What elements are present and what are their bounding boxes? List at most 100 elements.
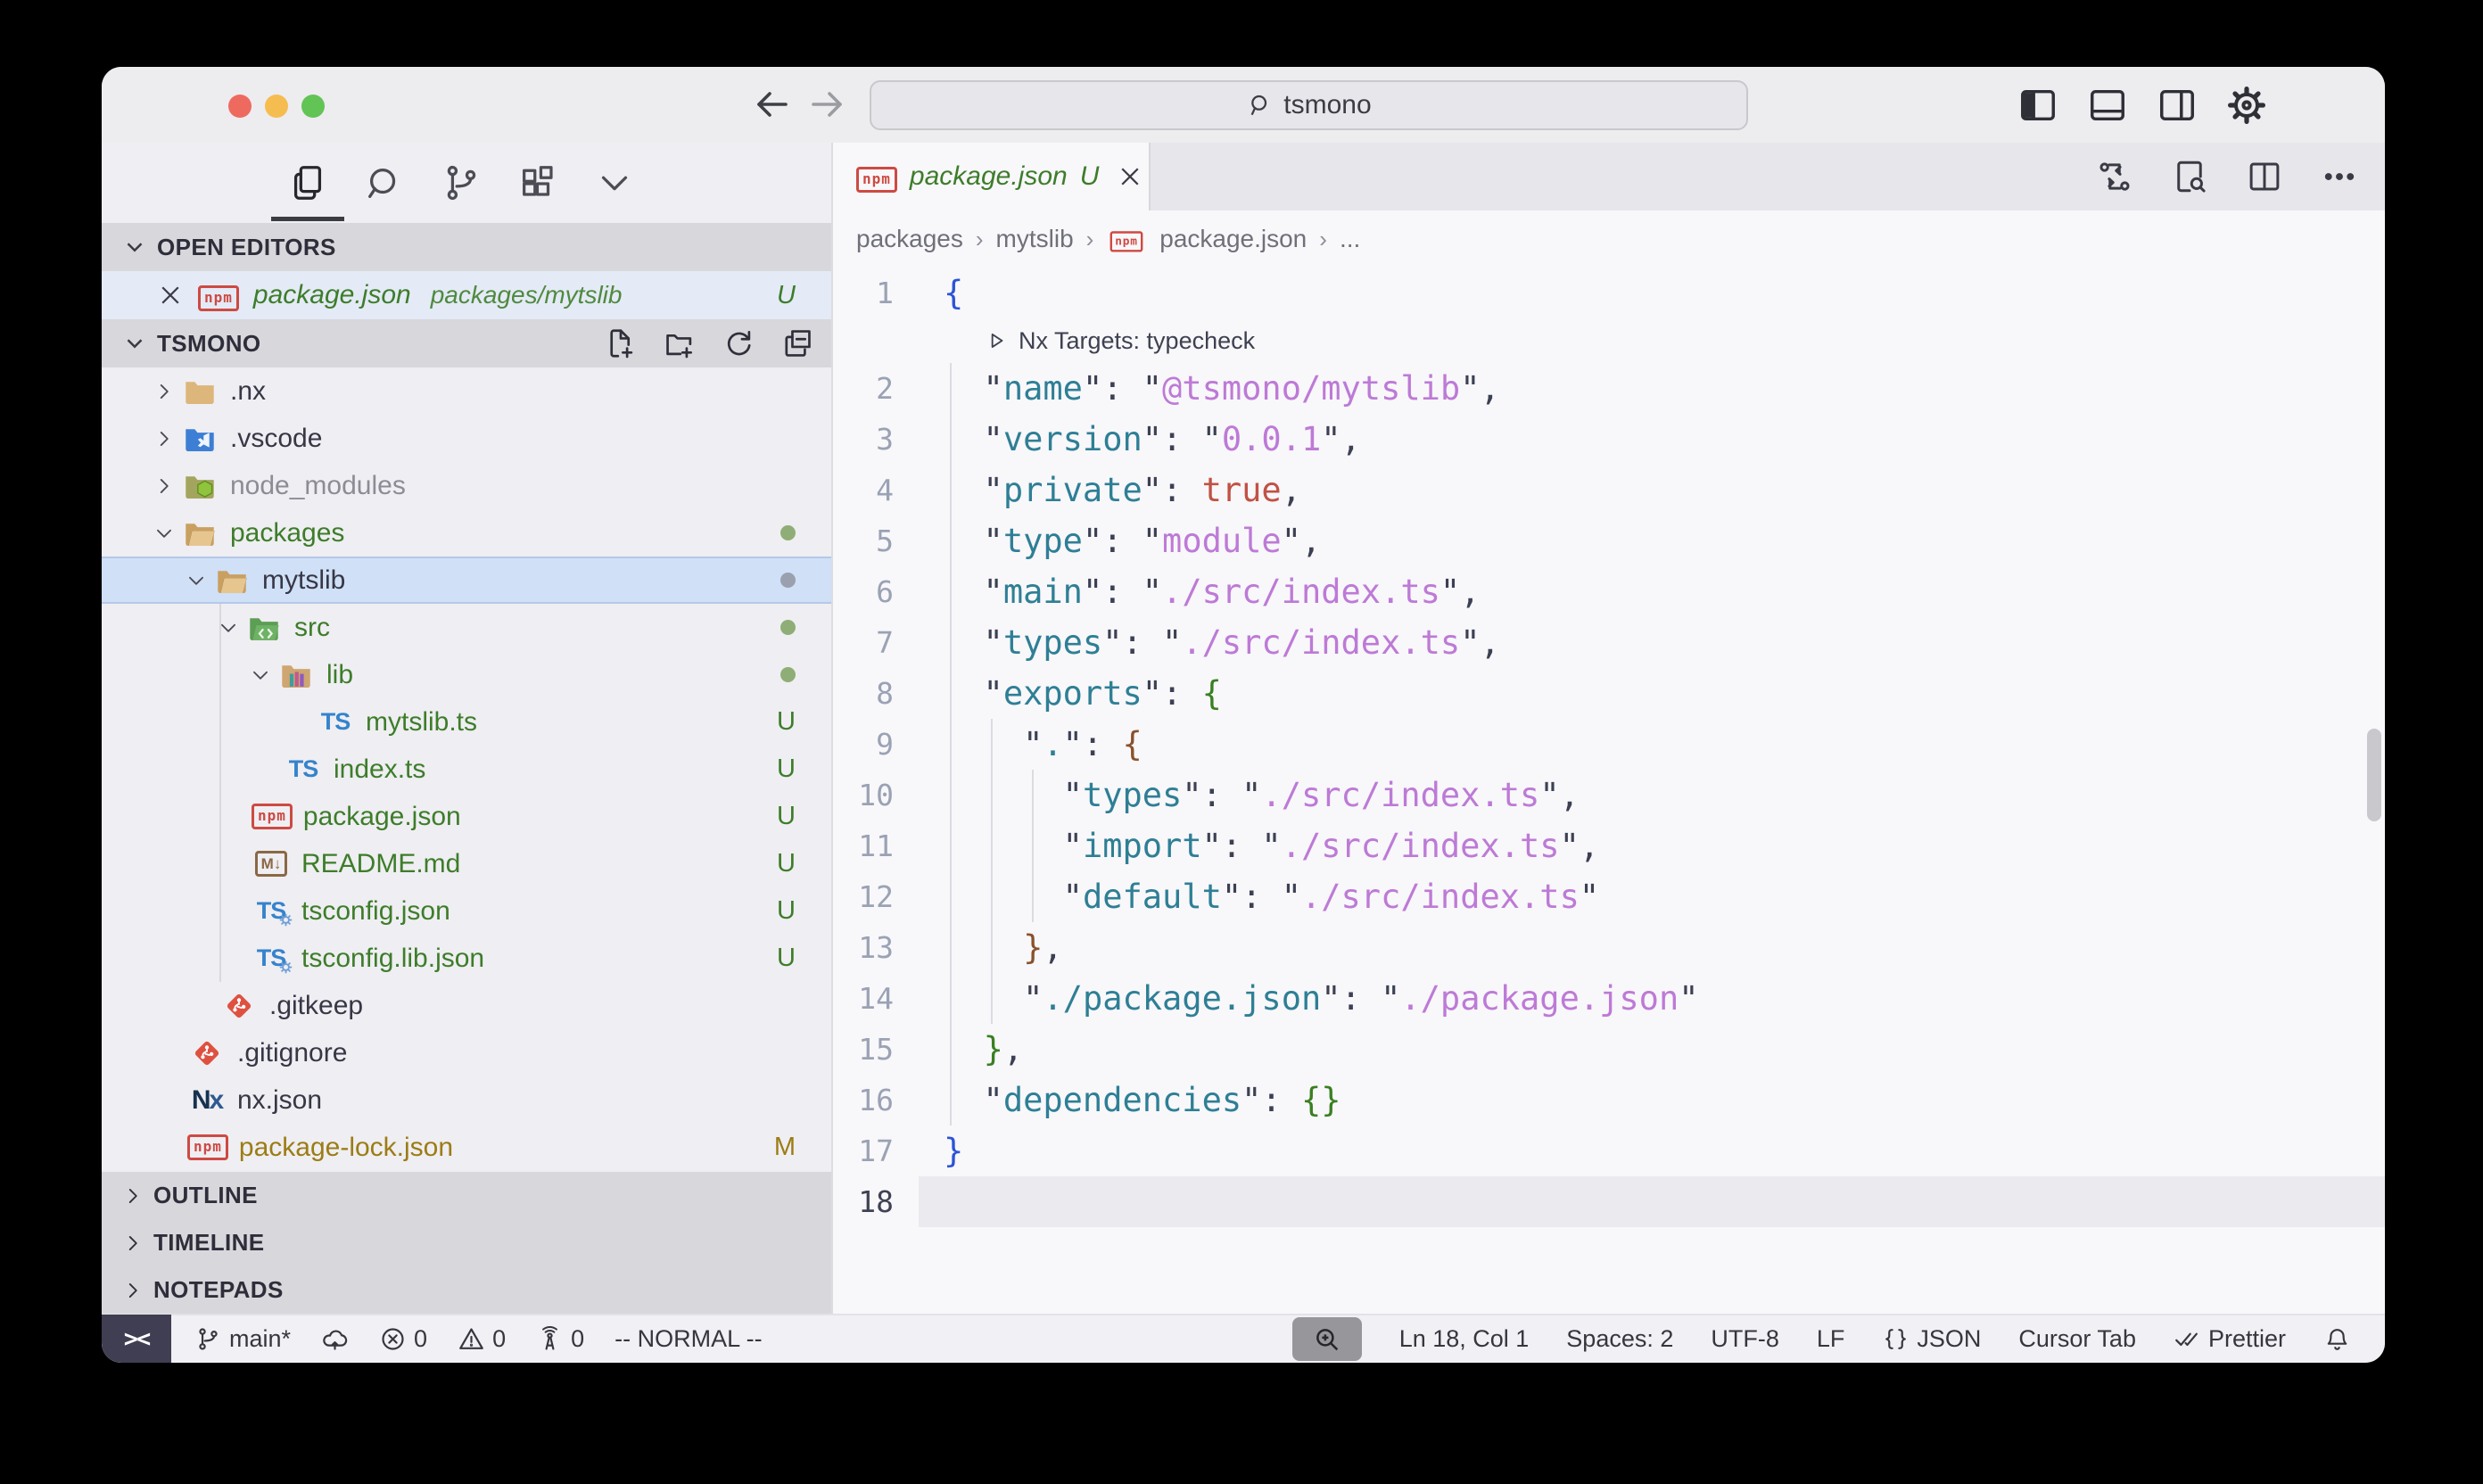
code-line-11[interactable]: 11 "import": "./src/index.ts", [833, 820, 2385, 871]
forward-arrow-icon[interactable] [806, 83, 849, 126]
tree-item-package.json[interactable]: npmpackage.jsonU [102, 793, 831, 840]
minimize-window-button[interactable] [265, 95, 288, 118]
section-outline[interactable]: OUTLINE [102, 1172, 831, 1219]
search-value: tsmono [1283, 90, 1371, 120]
tree-item-packages[interactable]: packages [102, 509, 831, 556]
tree-item-.nx[interactable]: .nx [102, 367, 831, 415]
tree-item-lib[interactable]: lib [102, 651, 831, 698]
code-line-6[interactable]: 6 "main": "./src/index.ts", [833, 566, 2385, 617]
open-editor-item[interactable]: npm package.json packages/mytslib U [102, 271, 831, 319]
settings-gear-icon[interactable] [2224, 83, 2269, 128]
code-line-8[interactable]: 8 "exports": { [833, 668, 2385, 719]
status-cloud-upload[interactable] [321, 1325, 349, 1353]
status-0[interactable]: 0 [458, 1325, 506, 1353]
toggle-panel-icon[interactable] [2085, 83, 2130, 128]
open-changes-icon[interactable] [2092, 154, 2137, 199]
status-main[interactable]: main* [194, 1325, 291, 1353]
code-line-18[interactable]: 18 [833, 1176, 2385, 1227]
breadcrumb[interactable]: packages›mytslib›npmpackage.json›... [833, 210, 2385, 268]
code-line-10[interactable]: 10 "types": "./src/index.ts", [833, 770, 2385, 820]
activity-files-icon[interactable] [287, 162, 328, 203]
status-prettier[interactable]: Prettier [2174, 1325, 2286, 1353]
activity-chevron-down-icon[interactable] [594, 162, 635, 203]
status-spaces-2[interactable]: Spaces: 2 [1566, 1325, 1673, 1353]
status-cursor-tab[interactable]: Cursor Tab [2018, 1325, 2136, 1353]
code-line-3[interactable]: 3 "version": "0.0.1", [833, 414, 2385, 465]
toggle-secondary-sidebar-icon[interactable] [2155, 83, 2199, 128]
code-editor[interactable]: 1{Nx Targets: typecheck2 "name": "@tsmon… [833, 268, 2385, 1314]
tree-item-tsconfig.json[interactable]: TStsconfig.jsonU [102, 887, 831, 935]
status-bell[interactable] [2323, 1325, 2351, 1353]
chevron-right-icon[interactable] [148, 474, 180, 498]
explorer-header[interactable]: TSMONO [102, 319, 831, 367]
code-line-5[interactable]: 5 "type": "module", [833, 515, 2385, 566]
code-line-4[interactable]: 4 "private": true, [833, 465, 2385, 515]
chevron-down-icon[interactable] [244, 664, 276, 687]
command-center-search[interactable]: tsmono [870, 80, 1748, 130]
activity-extensions-icon[interactable] [517, 162, 558, 203]
code-line-12[interactable]: 12 "default": "./src/index.ts" [833, 871, 2385, 922]
breadcrumb-item[interactable]: mytslib [996, 225, 1074, 253]
open-preview-icon[interactable] [2167, 154, 2212, 199]
section-notepads[interactable]: NOTEPADS [102, 1266, 831, 1314]
tree-item-node_modules[interactable]: node_modules [102, 462, 831, 509]
tree-item-mytslib[interactable]: mytslib [102, 556, 831, 604]
status-lf[interactable]: LF [1817, 1325, 1845, 1353]
status-normal[interactable]: -- NORMAL -- [615, 1325, 762, 1353]
close-tab-icon[interactable] [1117, 163, 1143, 190]
screencast-zoom-button[interactable] [1292, 1317, 1362, 1361]
open-editors-header[interactable]: OPEN EDITORS [102, 223, 831, 271]
tree-item-index.ts[interactable]: TSindex.tsU [102, 746, 831, 793]
collapse-all-icon[interactable] [780, 326, 815, 361]
play-icon[interactable] [985, 329, 1008, 352]
chevron-down-icon[interactable] [212, 616, 244, 639]
scrollbar-thumb[interactable] [2367, 729, 2381, 821]
close-window-button[interactable] [228, 95, 252, 118]
new-folder-icon[interactable] [662, 326, 697, 361]
breadcrumb-item[interactable]: package.json [1159, 225, 1307, 253]
split-editor-icon[interactable] [2242, 154, 2287, 199]
activity-search-icon[interactable] [364, 162, 405, 203]
code-line-16[interactable]: 16 "dependencies": {} [833, 1075, 2385, 1125]
activity-source-control-icon[interactable] [441, 162, 482, 203]
code-line-13[interactable]: 13 }, [833, 922, 2385, 973]
section-timeline[interactable]: TIMELINE [102, 1219, 831, 1266]
tree-item-mytslib.ts[interactable]: TSmytslib.tsU [102, 698, 831, 746]
code-line-1[interactable]: 1{ [833, 268, 2385, 318]
chevron-right-icon[interactable] [148, 380, 180, 403]
close-icon[interactable] [157, 282, 184, 309]
tab-package-json[interactable]: npm package.json U [833, 143, 1151, 210]
code-line-2[interactable]: 2 "name": "@tsmono/mytslib", [833, 363, 2385, 414]
refresh-icon[interactable] [721, 326, 756, 361]
code-line-9[interactable]: 9 ".": { [833, 719, 2385, 770]
maximize-window-button[interactable] [301, 95, 325, 118]
new-file-icon[interactable] [603, 326, 639, 361]
status-0[interactable]: 0 [379, 1325, 427, 1353]
tree-item-nx.json[interactable]: Nxnx.json [102, 1076, 831, 1124]
tree-item-tsconfig.lib.json[interactable]: TStsconfig.lib.jsonU [102, 935, 831, 982]
status-json[interactable]: JSON [1882, 1325, 1981, 1353]
chevron-down-icon[interactable] [148, 522, 180, 545]
status-ln-18-col-1[interactable]: Ln 18, Col 1 [1399, 1325, 1530, 1353]
status-utf-8[interactable]: UTF-8 [1711, 1325, 1779, 1353]
tree-item-.gitignore[interactable]: .gitignore [102, 1029, 831, 1076]
toggle-primary-sidebar-icon[interactable] [2016, 83, 2060, 128]
code-line-7[interactable]: 7 "types": "./src/index.ts", [833, 617, 2385, 668]
tree-item-.gitkeep[interactable]: .gitkeep [102, 982, 831, 1029]
code-line-14[interactable]: 14 "./package.json": "./package.json" [833, 973, 2385, 1024]
tree-item-README.md[interactable]: M↓README.mdU [102, 840, 831, 887]
back-arrow-icon[interactable] [750, 83, 793, 126]
code-line-15[interactable]: 15 }, [833, 1024, 2385, 1075]
chevron-right-icon[interactable] [148, 427, 180, 450]
remote-indicator[interactable]: >< [102, 1315, 171, 1363]
tree-item-package-lock.json[interactable]: npmpackage-lock.jsonM [102, 1124, 831, 1171]
more-actions-icon[interactable] [2317, 154, 2362, 199]
status-0[interactable]: 0 [536, 1325, 584, 1353]
codelens-nx-targets[interactable]: Nx Targets: typecheck [833, 318, 2385, 363]
code-line-17[interactable]: 17} [833, 1125, 2385, 1176]
tree-item-src[interactable]: src [102, 604, 831, 651]
chevron-down-icon[interactable] [180, 569, 212, 592]
breadcrumb-item[interactable]: packages [856, 225, 963, 253]
breadcrumb-item[interactable]: ... [1340, 225, 1360, 253]
tree-item-.vscode[interactable]: .vscode [102, 415, 831, 462]
